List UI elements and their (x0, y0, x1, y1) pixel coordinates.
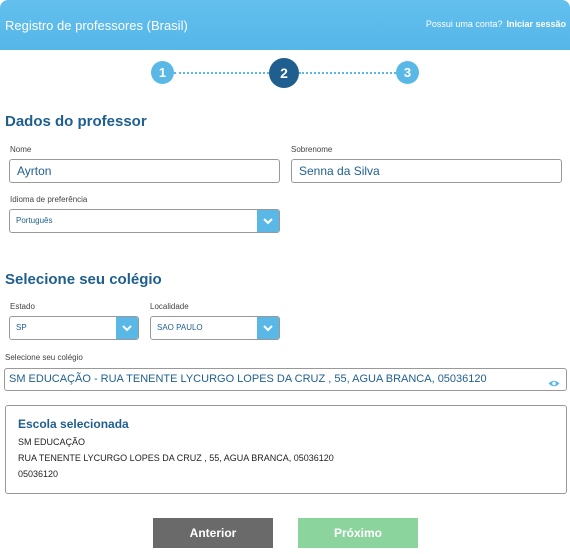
login-link[interactable]: Iniciar sessão (506, 19, 566, 29)
state-selected-value: SP (16, 323, 27, 332)
selected-school-postal-code: 05036120 (18, 469, 59, 479)
step-3[interactable]: 3 (396, 61, 419, 84)
school-search-value: SM EDUCAÇÃO - RUA TENENTE LYCURGO LOPES … (9, 373, 487, 385)
first-name-label: Nome (10, 145, 32, 154)
language-label: Idioma de preferência (10, 195, 88, 204)
page-header: Registro de professores (Brasil) Possui … (0, 0, 570, 50)
school-search-input[interactable]: SM EDUCAÇÃO - RUA TENENTE LYCURGO LOPES … (4, 368, 567, 391)
step-1[interactable]: 1 (151, 61, 174, 84)
city-selected-value: SAO PAULO (157, 323, 203, 332)
state-select[interactable]: SP (9, 316, 139, 340)
next-button[interactable]: Próximo (298, 518, 418, 548)
selected-school-card: Escola selecionada SM EDUCAÇÃO RUA TENEN… (5, 405, 567, 494)
city-select[interactable]: SAO PAULO (150, 316, 280, 340)
eye-icon[interactable] (548, 375, 560, 393)
chevron-down-icon[interactable] (257, 210, 279, 232)
stepper-connector-1 (174, 72, 269, 74)
school-search-label: Selecione seu colégio (5, 353, 83, 362)
account-prompt: Possui uma conta? Iniciar sessão (426, 19, 566, 29)
language-selected-value: Português (16, 216, 53, 225)
chevron-down-icon[interactable] (116, 317, 138, 339)
last-name-field[interactable]: Senna da Silva (291, 159, 562, 183)
selected-school-name: SM EDUCAÇÃO (18, 437, 86, 447)
language-select[interactable]: Português (9, 209, 280, 233)
account-question: Possui uma conta? (425, 19, 503, 29)
page-title: Registro de professores (Brasil) (5, 18, 188, 33)
teacher-section-title: Dados do professor (5, 113, 147, 130)
stepper-connector-2 (299, 72, 396, 74)
step-2-current: 2 (269, 58, 299, 88)
first-name-field[interactable]: Ayrton (9, 159, 280, 183)
city-label: Localidade (150, 302, 189, 311)
selected-school-address: RUA TENENTE LYCURGO LOPES DA CRUZ , 55, … (18, 453, 334, 463)
selected-school-title: Escola selecionada (18, 417, 129, 431)
previous-button[interactable]: Anterior (153, 518, 273, 548)
chevron-down-icon[interactable] (257, 317, 279, 339)
last-name-label: Sobrenome (291, 145, 333, 154)
state-label: Estado (10, 302, 35, 311)
school-section-title: Selecione seu colégio (5, 271, 162, 288)
